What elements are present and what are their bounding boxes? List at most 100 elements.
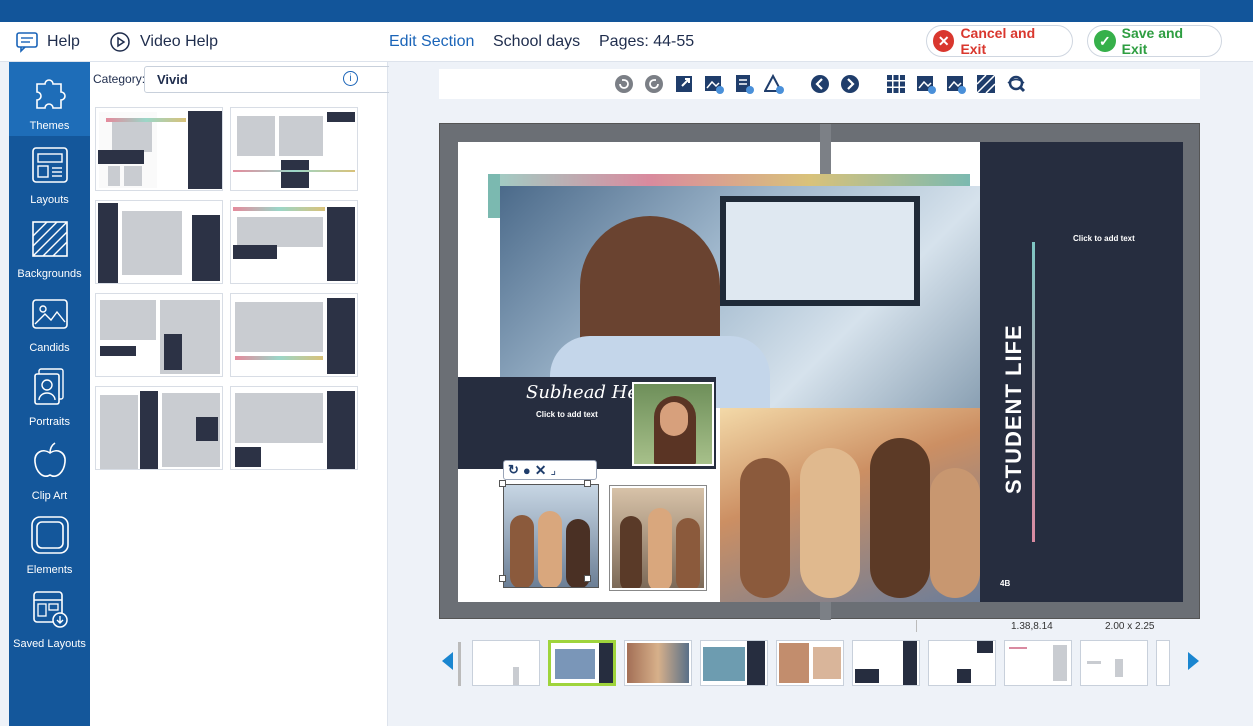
person-shape — [676, 518, 700, 588]
page-thumbnail[interactable] — [548, 640, 616, 686]
strip-prev-arrow[interactable] — [442, 652, 453, 670]
preview-button[interactable] — [1005, 73, 1027, 95]
sidebar-item-label: Themes — [29, 120, 70, 132]
undo-button[interactable] — [613, 73, 635, 95]
page-thumbnail[interactable] — [700, 640, 768, 686]
sidebar-item-label: Clip Art — [31, 490, 68, 502]
category-select[interactable]: Vivid — [144, 66, 425, 93]
add-shape-button[interactable] — [763, 73, 785, 95]
video-help-link[interactable]: Video Help — [108, 31, 218, 53]
info-icon[interactable]: i — [343, 71, 358, 86]
check-icon: ✓ — [1094, 30, 1116, 52]
resize-button[interactable] — [673, 73, 695, 95]
page-thumbnail[interactable] — [1156, 640, 1170, 686]
layout-thumbnail[interactable] — [230, 200, 358, 284]
sidebar-item-label: Backgrounds — [17, 268, 82, 280]
sidebar-item-label: Saved Layouts — [13, 638, 86, 650]
resize-handle[interactable] — [499, 575, 506, 582]
strip-next-arrow[interactable] — [1188, 652, 1199, 670]
resize-handle[interactable] — [584, 480, 591, 487]
main-photo[interactable] — [500, 186, 980, 408]
sidebar: Themes Layouts Backgrounds Candids Portr… — [9, 62, 90, 726]
page-thumbnail[interactable] — [624, 640, 692, 686]
section-name: School days — [493, 33, 581, 50]
crop-icon[interactable]: ⌟ — [551, 463, 557, 477]
background-pattern-icon — [975, 74, 996, 94]
page-thumbnail[interactable] — [472, 640, 540, 686]
sidebar-item-label: Layouts — [30, 194, 69, 206]
image-options-button[interactable] — [915, 73, 937, 95]
top-accent-bar — [0, 0, 1253, 22]
layout-thumbnail[interactable] — [95, 200, 223, 284]
arrow-right-icon — [840, 75, 859, 93]
rotate-icon[interactable]: ↻ — [508, 462, 519, 478]
sidebar-item-candids[interactable]: Candids — [9, 292, 90, 354]
sidebar-item-clip-art[interactable]: Clip Art — [9, 440, 90, 502]
portrait-photo[interactable] — [632, 382, 714, 466]
background-button[interactable] — [975, 73, 997, 95]
image-info-button[interactable] — [945, 73, 967, 95]
page-thumbnail[interactable] — [1004, 640, 1072, 686]
resize-handle[interactable] — [499, 480, 506, 487]
header: Help Video Help Edit Section School days… — [0, 22, 1253, 62]
redo-icon — [644, 75, 663, 93]
sidebar-item-elements[interactable]: Elements — [9, 514, 90, 576]
person-shape — [620, 516, 642, 588]
image-info-icon — [946, 76, 966, 94]
gradient-bar-end — [488, 174, 500, 218]
candids-icon — [31, 299, 68, 329]
page-thumbnail[interactable] — [928, 640, 996, 686]
help-link[interactable]: Help — [15, 31, 80, 53]
redo-button[interactable] — [643, 73, 665, 95]
selected-photo-frame[interactable] — [503, 484, 599, 588]
person-shape — [870, 438, 930, 598]
group-photo[interactable] — [720, 408, 980, 602]
apple-icon — [33, 442, 66, 477]
resize-handle[interactable] — [584, 575, 591, 582]
arrow-left-icon — [810, 75, 829, 93]
status-divider — [916, 620, 917, 632]
person-shape — [740, 458, 790, 598]
page-thumbnail[interactable] — [1080, 640, 1148, 686]
portraits-icon — [33, 368, 64, 405]
sidebar-item-saved-layouts[interactable]: Saved Layouts — [9, 588, 90, 650]
add-photo-button[interactable] — [703, 73, 725, 95]
left-text-placeholder[interactable]: Click to add text — [536, 410, 598, 419]
play-icon — [110, 32, 130, 52]
add-text-icon — [735, 75, 754, 94]
size-readout: 2.00 x 2.25 — [1105, 621, 1155, 632]
person-shape — [930, 468, 980, 598]
sidebar-item-label: Elements — [26, 564, 73, 576]
sidebar-item-layouts[interactable]: Layouts — [9, 144, 90, 206]
page-thumbnail[interactable] — [852, 640, 920, 686]
second-small-photo[interactable] — [609, 485, 707, 591]
layout-thumbnail[interactable] — [95, 107, 223, 191]
next-page-button[interactable] — [839, 73, 861, 95]
grid-icon — [886, 75, 905, 93]
right-text-placeholder[interactable]: Click to add text — [1073, 234, 1135, 243]
sidebar-item-portraits[interactable]: Portraits — [9, 366, 90, 428]
save-and-exit-button[interactable]: ✓ Save and Exit — [1087, 25, 1222, 57]
vertical-title[interactable]: STUDENT LIFE — [1001, 324, 1035, 494]
grid-button[interactable] — [885, 73, 907, 95]
palette-icon[interactable]: ● — [523, 463, 531, 478]
add-text-button[interactable] — [733, 73, 755, 95]
edit-section-link[interactable]: Edit Section — [389, 33, 474, 51]
close-icon[interactable]: ✕ — [535, 462, 547, 479]
layout-thumbnail[interactable] — [230, 293, 358, 377]
layout-thumbnail[interactable] — [230, 107, 358, 191]
layout-thumbnail[interactable] — [95, 386, 223, 470]
chat-icon — [16, 32, 38, 53]
add-shape-icon — [763, 74, 784, 94]
layout-thumbnail[interactable] — [95, 293, 223, 377]
puzzle-icon — [35, 79, 66, 109]
sidebar-item-backgrounds[interactable]: Backgrounds — [9, 218, 90, 280]
category-value: Vivid — [157, 72, 188, 87]
cancel-and-exit-button[interactable]: ✕ Cancel and Exit — [926, 25, 1073, 57]
monitor-shape — [720, 196, 920, 306]
previous-page-button[interactable] — [809, 73, 831, 95]
sidebar-item-themes[interactable]: Themes — [9, 62, 90, 136]
page-thumbnail[interactable] — [776, 640, 844, 686]
layout-thumbnail[interactable] — [230, 386, 358, 470]
person-shape — [800, 448, 860, 598]
